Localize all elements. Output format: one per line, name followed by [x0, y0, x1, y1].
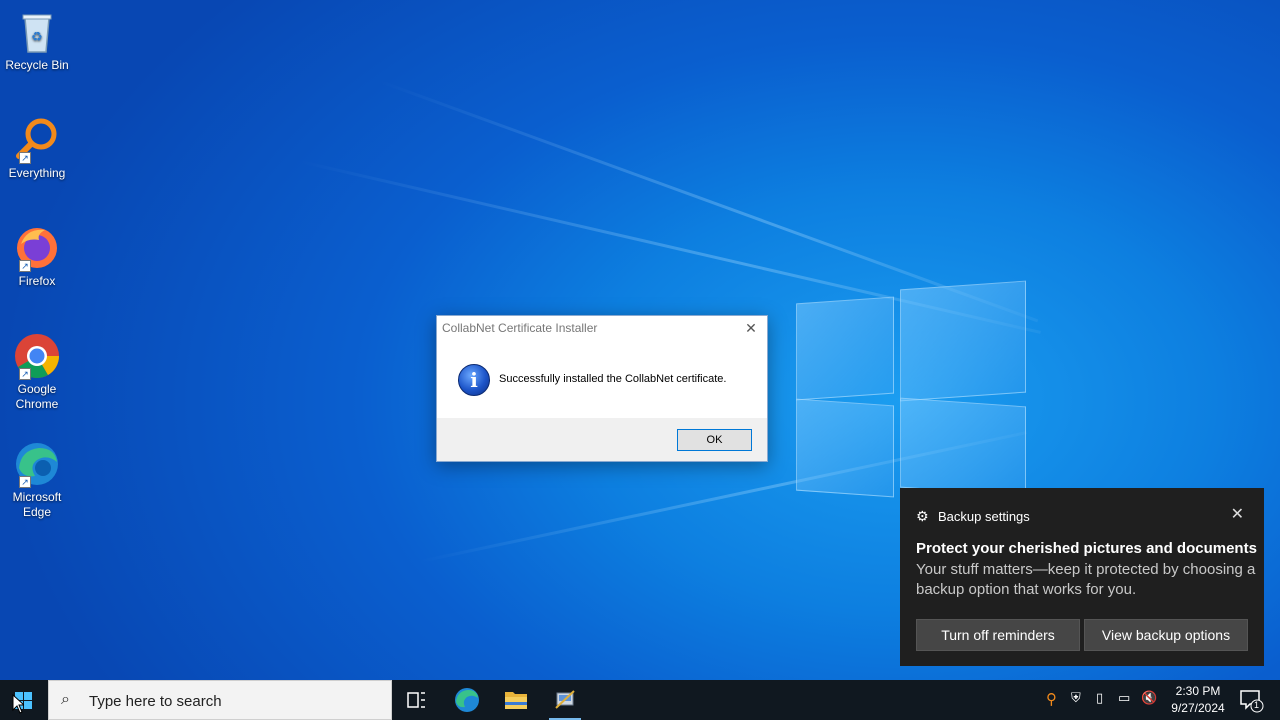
- close-icon[interactable]: ✕: [1231, 504, 1244, 524]
- firefox-icon: ↗: [13, 224, 61, 272]
- close-icon[interactable]: ✕: [743, 320, 759, 336]
- desktop-icon-google-chrome[interactable]: ↗ Google Chrome: [4, 332, 70, 412]
- action-center-button[interactable]: 1: [1236, 680, 1266, 720]
- shortcut-arrow-icon: ↗: [19, 152, 31, 164]
- ok-button[interactable]: OK: [677, 429, 752, 451]
- search-box[interactable]: ⌕ Type here to search: [48, 680, 392, 720]
- desktop-icon-recycle-bin[interactable]: ♻ Recycle Bin: [4, 8, 70, 73]
- everything-search-icon: ↗: [13, 116, 61, 164]
- action-center-icon: [1240, 690, 1264, 713]
- taskbar: ⌕ Type here to search ⚲ ⛨ ▯ ▭ 🔇 2:30 PM …: [0, 680, 1280, 720]
- start-button[interactable]: [0, 680, 48, 720]
- shortcut-arrow-icon: ↗: [19, 476, 31, 488]
- desktop-icon-everything[interactable]: ↗ Everything: [4, 116, 70, 181]
- system-clock[interactable]: 2:30 PM 9/27/2024: [1162, 683, 1234, 717]
- recycle-bin-icon: ♻: [13, 8, 61, 56]
- shortcut-arrow-icon: ↗: [19, 368, 31, 380]
- desktop-icon-label: Google Chrome: [15, 382, 59, 411]
- chrome-icon: ↗: [13, 332, 61, 380]
- security-icon[interactable]: ⛨: [1071, 690, 1081, 706]
- notification-header: ⚙ Backup settings: [916, 508, 1030, 525]
- windows-logo-pane: [796, 296, 894, 401]
- task-view-icon: [407, 692, 425, 708]
- certificate-installer-icon: [555, 690, 575, 709]
- volume-muted-icon[interactable]: 🔇: [1141, 690, 1157, 706]
- backup-notification[interactable]: ⚙ Backup settings ✕ Protect your cherishe…: [900, 488, 1264, 666]
- search-placeholder: Type here to search: [89, 693, 222, 710]
- windows-logo-pane: [796, 398, 894, 498]
- desktop-icon-firefox[interactable]: ↗ Firefox: [4, 224, 70, 289]
- turn-off-reminders-button[interactable]: Turn off reminders: [916, 619, 1080, 651]
- windows-logo-pane: [900, 280, 1026, 402]
- notification-app-name: Backup settings: [938, 509, 1030, 524]
- windows-logo-pane: [900, 397, 1026, 497]
- network-icon[interactable]: ▭: [1118, 690, 1130, 706]
- taskbar-edge-button[interactable]: [443, 680, 491, 720]
- file-explorer-icon: [505, 692, 527, 709]
- svg-text:♻: ♻: [31, 30, 43, 45]
- edge-icon: [455, 688, 479, 712]
- clock-date: 9/27/2024: [1171, 701, 1225, 715]
- notification-count: 1: [1254, 700, 1260, 710]
- taskbar-file-explorer-button[interactable]: [492, 680, 540, 720]
- desktop-icon-label: Microsoft Edge: [12, 490, 62, 519]
- taskbar-certificate-installer-button[interactable]: [541, 680, 589, 720]
- shortcut-arrow-icon: ↗: [19, 260, 31, 272]
- view-backup-options-button[interactable]: View backup options: [1084, 619, 1248, 651]
- everything-tray-icon[interactable]: ⚲: [1046, 690, 1057, 708]
- dialog-message: Successfully installed the CollabNet cer…: [499, 373, 727, 385]
- dialog-titlebar[interactable]: CollabNet Certificate Installer ✕: [437, 316, 767, 342]
- edge-icon: ↗: [13, 440, 61, 488]
- desktop-icon-label: Firefox: [18, 274, 56, 288]
- info-icon: i: [458, 364, 490, 396]
- clock-time: 2:30 PM: [1175, 684, 1221, 698]
- desktop-icon-microsoft-edge[interactable]: ↗ Microsoft Edge: [4, 440, 70, 520]
- gear-icon: ⚙: [916, 508, 929, 524]
- notification-body: Your stuff matters—keep it protected by …: [916, 561, 1256, 598]
- desktop-icon-label: Recycle Bin: [5, 58, 69, 72]
- notification-heading: Protect your cherished pictures and docu…: [916, 540, 1257, 557]
- usb-icon[interactable]: ▯: [1096, 690, 1103, 706]
- dialog-footer: OK: [437, 418, 767, 461]
- dialog-body: i Successfully installed the CollabNet c…: [437, 342, 767, 418]
- task-view-button[interactable]: [392, 680, 440, 720]
- mouse-cursor-icon: [12, 694, 24, 714]
- search-icon: ⌕: [61, 691, 70, 708]
- desktop-icon-label: Everything: [8, 166, 66, 180]
- dialog-title: CollabNet Certificate Installer: [442, 321, 598, 335]
- certificate-installer-dialog: CollabNet Certificate Installer ✕ i Succ…: [436, 315, 768, 462]
